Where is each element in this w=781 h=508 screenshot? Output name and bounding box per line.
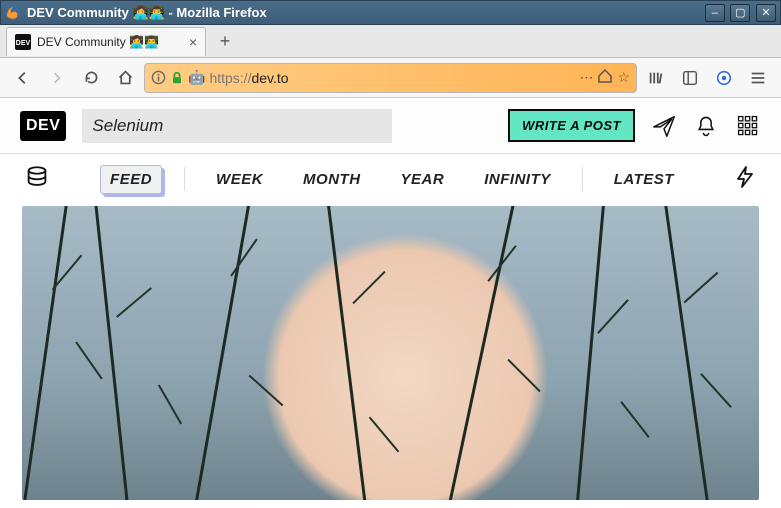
feed-tab-month[interactable]: MONTH <box>294 166 370 193</box>
dev-logo[interactable]: DEV <box>20 111 66 141</box>
browser-tab-bar: DEV DEV Community 👩‍💻👨‍💻 × + <box>0 25 781 58</box>
feed-tab-year[interactable]: YEAR <box>392 166 454 193</box>
dev-header: DEV WRITE A POST <box>0 98 781 154</box>
firefox-icon <box>5 5 21 21</box>
sidebar-icon[interactable] <box>675 63 705 93</box>
window-controls: – ▢ ✕ <box>703 4 776 22</box>
svg-text:DEV: DEV <box>16 40 31 47</box>
library-icon[interactable] <box>641 63 671 93</box>
new-tab-button[interactable]: + <box>210 27 240 55</box>
write-post-button[interactable]: WRITE A POST <box>508 109 635 142</box>
reload-button[interactable] <box>76 63 106 93</box>
window-titlebar: DEV Community 👩‍💻👨‍💻 - Mozilla Firefox –… <box>0 0 781 25</box>
lock-icon <box>170 71 184 85</box>
page-actions-icon[interactable]: ⋯ <box>579 69 593 86</box>
feed-tab-infinity[interactable]: INFINITY <box>475 166 560 193</box>
browser-tab[interactable]: DEV DEV Community 👩‍💻👨‍💻 × <box>6 27 206 56</box>
window-maximize-button[interactable]: ▢ <box>730 4 750 22</box>
menu-grid-icon[interactable] <box>735 113 761 139</box>
hamburger-menu-icon[interactable] <box>743 63 773 93</box>
feed-tab-latest[interactable]: LATEST <box>605 166 683 193</box>
browser-nav-bar: 🤖 https://dev.to ⋯ ☆ <box>0 58 781 98</box>
feed-tab-feed[interactable]: FEED <box>100 165 162 194</box>
tab-favicon: DEV <box>15 34 31 50</box>
back-button[interactable] <box>8 63 38 93</box>
tab-label: DEV Community 👩‍💻👨‍💻 <box>37 35 183 49</box>
feed-separator <box>184 167 185 191</box>
window-title: DEV Community 👩‍💻👨‍💻 - Mozilla Firefox <box>27 5 703 21</box>
feed-tabs: FEED WEEK MONTH YEAR INFINITY LATEST <box>100 165 683 194</box>
bookmark-star-icon[interactable]: ☆ <box>617 69 630 86</box>
page-content: DEV WRITE A POST <box>0 98 781 508</box>
feed-tab-week[interactable]: WEEK <box>207 166 272 193</box>
site-info-icon[interactable] <box>151 70 166 85</box>
feed-nav-row: FEED WEEK MONTH YEAR INFINITY LATEST <box>0 154 781 204</box>
notifications-icon[interactable] <box>693 113 719 139</box>
window-minimize-button[interactable]: – <box>705 4 725 22</box>
url-scheme: https:// <box>209 70 251 86</box>
url-host: dev.to <box>251 70 288 86</box>
tab-close-button[interactable]: × <box>189 34 197 50</box>
url-bar[interactable]: 🤖 https://dev.to ⋯ ☆ <box>144 63 637 93</box>
forward-button[interactable] <box>42 63 72 93</box>
reader-mode-icon[interactable] <box>597 68 613 87</box>
url-text: https://dev.to <box>209 70 575 86</box>
feed-separator <box>582 167 583 191</box>
search-input[interactable] <box>82 109 392 143</box>
home-button[interactable] <box>110 63 140 93</box>
extension-icon[interactable] <box>709 63 739 93</box>
connect-icon[interactable] <box>651 113 677 139</box>
window-close-button[interactable]: ✕ <box>756 4 776 22</box>
article-cover-image[interactable] <box>22 206 759 500</box>
robot-icon: 🤖 <box>188 69 205 86</box>
bolt-icon[interactable] <box>733 165 757 194</box>
stack-icon[interactable] <box>24 164 50 195</box>
